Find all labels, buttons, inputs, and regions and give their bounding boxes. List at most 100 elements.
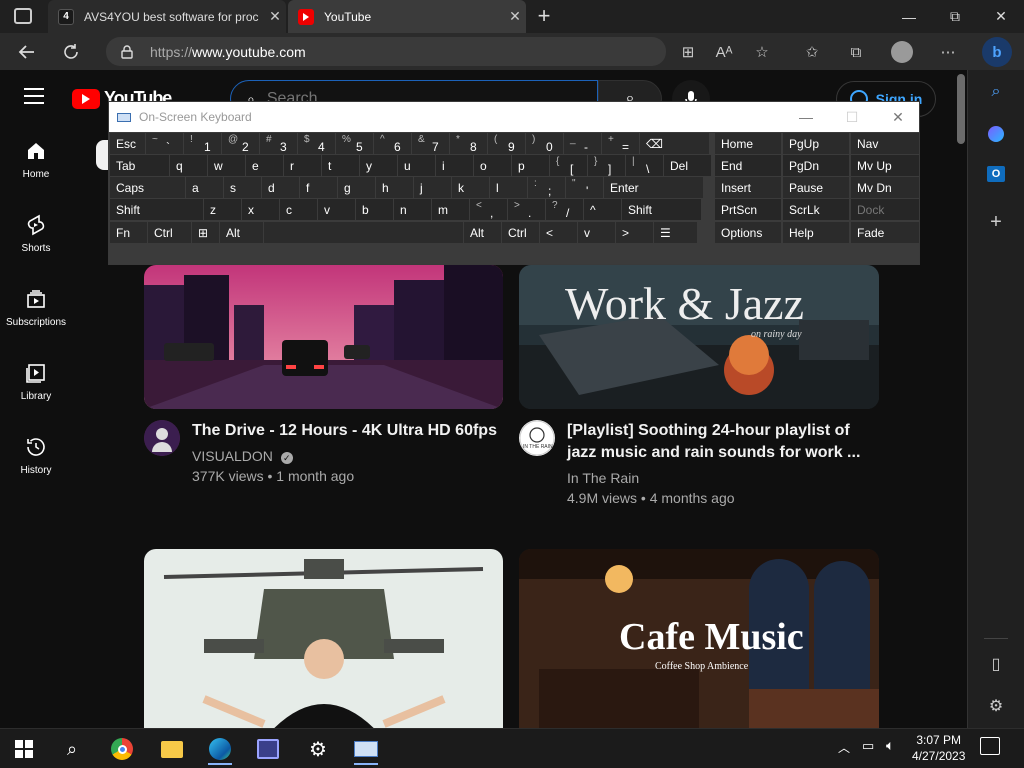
osk-nav-key[interactable]: Fade [851,222,919,243]
osk-key[interactable]: > [616,222,653,243]
osk-key[interactable]: ? / [546,199,583,220]
osk-key[interactable]: Alt [464,222,501,243]
network-icon[interactable]: ▭ [862,738,874,754]
osk-key[interactable]: d [262,177,299,198]
add-icon[interactable]: + [984,210,1008,234]
osk-key[interactable] [264,222,463,243]
video-title[interactable]: The Drive - 12 Hours - 4K Ultra HD 60fps [192,420,502,442]
maximize-button[interactable]: ⧉ [932,0,978,33]
scrollbar-thumb[interactable] [957,74,965,144]
osk-key[interactable]: n [394,199,431,220]
profile-avatar[interactable] [890,40,914,64]
start-button[interactable] [4,733,44,765]
osk-key[interactable]: #3 [260,133,297,154]
edge-icon[interactable] [200,733,240,765]
menu-icon[interactable] [24,88,44,104]
osk-icon[interactable] [346,733,386,765]
search-icon[interactable]: ⌕ [984,80,1008,104]
osk-key[interactable]: p [512,155,549,176]
osk-key[interactable]: >. [508,199,545,220]
osk-minimize-button[interactable]: — [783,102,829,132]
nav-home[interactable]: Home [0,122,72,196]
osk-key[interactable]: Enter [604,177,703,198]
clock[interactable]: 3:07 PM 4/27/2023 [912,732,965,764]
osk-key[interactable]: Shift [622,199,701,220]
osk-key[interactable]: {[ [550,155,587,176]
osk-title-bar[interactable]: On-Screen Keyboard — ☐ ✕ [109,102,919,132]
read-aloud-icon[interactable]: Aᴬ [712,40,736,64]
notification-icon[interactable] [980,737,1000,755]
osk-key[interactable]: ^ 6 [374,133,411,154]
add-favorite-icon[interactable]: ☆ [750,40,774,64]
channel-name[interactable]: VISUALDON ✓ [192,446,293,466]
osk-nav-key[interactable]: Options [715,222,781,243]
osk-key[interactable]: Esc [110,133,145,154]
osk-key[interactable]: + = [602,133,639,154]
osk-key[interactable]: l [490,177,527,198]
osk-key[interactable]: k [452,177,489,198]
osk-key[interactable]: Ctrl [148,222,191,243]
osk-key[interactable]: ) 0 [526,133,563,154]
nav-subscriptions[interactable]: Subscriptions [0,270,72,344]
settings-icon[interactable]: ⚙ [298,733,338,765]
bing-chat-icon[interactable]: b [982,37,1012,67]
osk-close-button[interactable]: ✕ [875,102,921,132]
osk-key[interactable]: ⌫ [640,133,709,154]
osk-key[interactable]: t [322,155,359,176]
osk-nav-key[interactable]: PgUp [783,133,849,154]
close-button[interactable]: ✕ [978,0,1024,33]
osk-nav-key[interactable]: Help [783,222,849,243]
refresh-button[interactable] [56,37,86,67]
osk-key[interactable]: ! 1 [184,133,221,154]
osk-nav-key[interactable]: Mv Up [851,155,919,176]
osk-key[interactable]: r [284,155,321,176]
volume-icon[interactable]: 🔈︎ [886,737,894,754]
collections-icon[interactable]: ⧉ [844,40,868,64]
gear-icon[interactable]: ⚙ [984,694,1008,718]
video-editor-icon[interactable] [248,733,288,765]
osk-key[interactable]: ^ [584,199,621,220]
osk-key[interactable]: Shift [110,199,203,220]
osk-key[interactable]: q [170,155,207,176]
osk-key[interactable]: ☰ [654,222,697,243]
osk-nav-key[interactable]: PrtScn [715,199,781,220]
osk-key[interactable]: a [186,177,223,198]
copilot-icon[interactable] [984,122,1008,146]
nav-library[interactable]: Library [0,344,72,418]
more-options-icon[interactable]: ⋯ [936,40,960,64]
page-scrollbar[interactable] [955,70,967,728]
file-explorer-icon[interactable] [152,733,192,765]
osk-key[interactable]: w [208,155,245,176]
osk-key[interactable]: v [318,199,355,220]
video-thumbnail-the-drive[interactable] [144,265,503,409]
osk-key[interactable]: % 5 [336,133,373,154]
tab-actions-icon[interactable] [14,8,32,24]
osk-key[interactable]: y [360,155,397,176]
osk-nav-key[interactable]: End [715,155,781,176]
tab-avs4you[interactable]: 4 AVS4YOU best software for proc ✕ [48,0,286,33]
channel-avatar[interactable] [144,420,180,456]
osk-key[interactable]: (9 [488,133,525,154]
tab-close-icon[interactable]: ✕ [504,8,526,25]
osk-nav-key[interactable]: Mv Dn [851,177,919,198]
osk-key[interactable]: @2 [222,133,259,154]
osk-nav-key[interactable]: Insert [715,177,781,198]
back-button[interactable] [12,37,42,67]
osk-key[interactable]: <, [470,199,507,220]
osk-key[interactable]: < [540,222,577,243]
osk-key[interactable]: i [436,155,473,176]
chrome-icon[interactable] [102,733,142,765]
osk-key[interactable]: s [224,177,261,198]
favorites-icon[interactable]: ✩ [800,40,824,64]
osk-key[interactable]: g [338,177,375,198]
osk-key[interactable]: | \ [626,155,663,176]
outlook-icon[interactable]: O [984,162,1008,186]
tab-youtube[interactable]: YouTube ✕ [288,0,526,33]
chevron-up-icon[interactable]: ︿ [838,739,850,756]
osk-key[interactable]: j [414,177,451,198]
video-thumbnail-work-jazz[interactable]: Work & Jazz on rainy day [519,265,879,409]
osk-key[interactable]: " ' [566,177,603,198]
address-bar[interactable]: https://www.youtube.com [106,37,666,66]
osk-key[interactable]: f [300,177,337,198]
osk-key[interactable]: u [398,155,435,176]
